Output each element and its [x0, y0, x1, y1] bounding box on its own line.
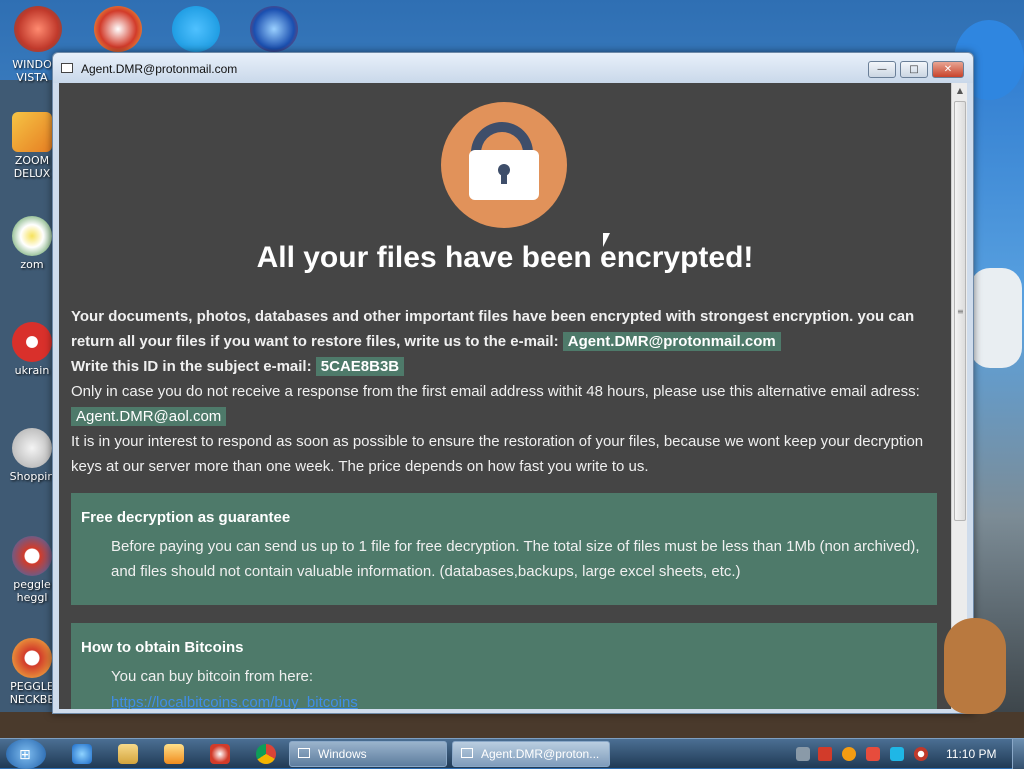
peggle-icon	[12, 638, 52, 678]
alternative-email[interactable]: Agent.DMR@aol.com	[71, 407, 227, 426]
flag-icon[interactable]	[866, 747, 880, 761]
desktop-icon-label: ukrain	[14, 364, 50, 377]
peggle-icon[interactable]	[94, 6, 142, 52]
orb-icon[interactable]	[250, 6, 298, 52]
bitcoin-link[interactable]: https://localbitcoins.com/buy_bitcoins	[111, 694, 358, 709]
close-button[interactable]: ✕	[932, 61, 964, 78]
peggle-taskbar-icon[interactable]	[210, 744, 230, 764]
display-icon[interactable]	[890, 747, 904, 761]
id-label: Write this ID in the subject e-mail:	[71, 358, 312, 375]
flower-icon	[12, 216, 52, 256]
padlock-icon	[441, 102, 567, 228]
window-icon	[298, 748, 310, 758]
desktop-icon-label: WINDO VISTA	[12, 58, 52, 84]
taskbar: ⊞ Windows Agent.DMR@proton... 11:10 PM	[0, 738, 1024, 769]
bitcoin-title: How to obtain Bitcoins	[81, 639, 244, 656]
network-icon[interactable]	[796, 747, 810, 761]
window-icon	[461, 748, 473, 758]
interest-paragraph: It is in your interest to respond as soo…	[71, 433, 924, 475]
start-button[interactable]: ⊞	[6, 739, 46, 769]
maximize-button[interactable]: □	[900, 61, 928, 78]
window-icon	[61, 63, 73, 73]
alt-email-paragraph: Only in case you do not receive a respon…	[71, 379, 933, 429]
vertical-scrollbar[interactable]: ▲ ≡ ▼	[951, 83, 967, 709]
ransom-note-window: Agent.DMR@protonmail.com — □ ✕ All your …	[52, 52, 974, 714]
media-player-icon[interactable]	[164, 744, 184, 764]
free-decryption-box: Free decryption as guarantee Before payi…	[71, 493, 937, 605]
taskbar-clock[interactable]: 11:10 PM	[946, 747, 996, 761]
hamster-desktop-pet	[944, 618, 1006, 714]
scroll-up-arrow[interactable]: ▲	[952, 83, 967, 99]
window-titlebar[interactable]: Agent.DMR@protonmail.com — □ ✕	[53, 53, 973, 83]
show-desktop-button[interactable]	[1012, 739, 1024, 769]
task-label: Agent.DMR@proton...	[481, 747, 600, 761]
intro-paragraph: Your documents, photos, databases and ot…	[71, 304, 933, 354]
free-decryption-text: Before paying you can send us up to 1 fi…	[111, 538, 920, 580]
zoom-icon	[12, 112, 52, 152]
desktop-icon-label: zom	[20, 258, 44, 271]
flash-icon	[12, 428, 52, 468]
scroll-thumb[interactable]: ≡	[954, 101, 966, 521]
window-title: Agent.DMR@protonmail.com	[81, 62, 238, 76]
peggle-icon	[12, 536, 52, 576]
note-content-area: All your files have been encrypted! Your…	[59, 83, 967, 709]
desktop-icon-label: PEGGLE NECKBE	[9, 680, 55, 706]
recorder-icon[interactable]	[914, 747, 928, 761]
file-explorer-icon[interactable]	[118, 744, 138, 764]
free-decryption-title: Free decryption as guarantee	[81, 509, 291, 526]
victim-id[interactable]: 5CAE8B3B	[315, 357, 405, 376]
windows-logo-icon: ⊞	[19, 747, 31, 763]
mouse-cursor-icon	[603, 233, 610, 247]
bitcoin-text: You can buy bitcoin from here:	[111, 668, 314, 685]
desktop-icon-label: peggle heggl	[13, 578, 51, 604]
padlock-body	[469, 150, 539, 200]
primary-email[interactable]: Agent.DMR@protonmail.com	[562, 332, 781, 351]
minimize-button[interactable]: —	[868, 61, 896, 78]
alt-email-text: Only in case you do not receive a respon…	[71, 383, 920, 400]
internet-explorer-icon[interactable]	[72, 744, 92, 764]
wallpaper-glove	[970, 268, 1022, 368]
id-line: Write this ID in the subject e-mail: 5CA…	[71, 354, 933, 379]
skype-icon[interactable]	[172, 6, 220, 52]
desktop-icon-label: Shoppin	[9, 470, 55, 483]
radiation-icon	[12, 322, 52, 362]
wallpaper-ground	[0, 712, 1024, 740]
task-label: Windows	[318, 747, 367, 761]
search-tray-icon[interactable]	[842, 747, 856, 761]
headline: All your files have been encrypted!	[256, 241, 754, 274]
chrome-icon[interactable]	[256, 744, 276, 764]
bitcoin-box: How to obtain Bitcoins You can buy bitco…	[71, 623, 937, 709]
antivirus-icon[interactable]	[818, 747, 832, 761]
taskbar-task-agent-dmr[interactable]: Agent.DMR@proton...	[452, 741, 610, 767]
desktop-icon-label: ZOOM DELUX	[13, 154, 51, 180]
intro-text: Your documents, photos, databases and ot…	[71, 308, 915, 350]
grip-icon: ≡	[957, 307, 964, 316]
vista-icon[interactable]	[14, 6, 62, 52]
taskbar-task-windows[interactable]: Windows	[289, 741, 447, 767]
